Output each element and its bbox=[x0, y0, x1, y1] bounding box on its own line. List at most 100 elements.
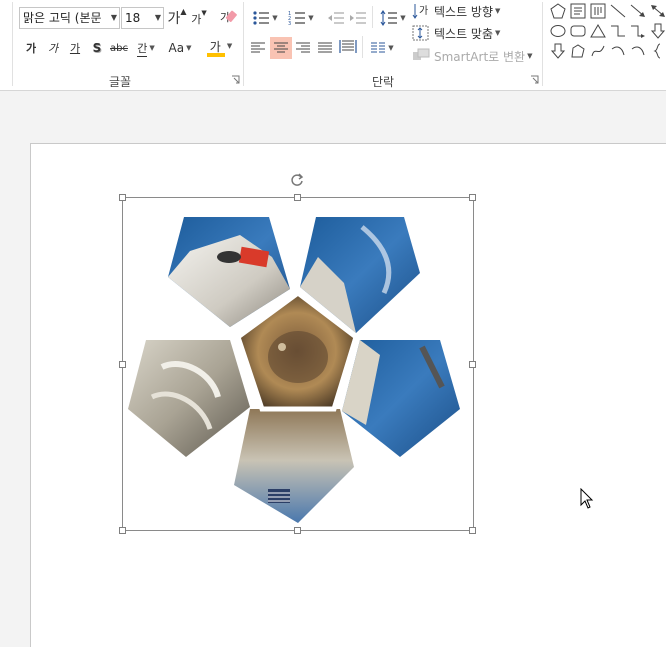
bullets-button[interactable]: ▼ bbox=[248, 7, 282, 29]
align-left-icon bbox=[251, 42, 265, 53]
align-center-icon bbox=[274, 42, 288, 53]
resize-handle-left[interactable] bbox=[119, 361, 126, 368]
chevron-down-icon: ▼ bbox=[110, 13, 117, 22]
justify-button[interactable] bbox=[315, 37, 335, 59]
bullet-list-icon bbox=[253, 11, 270, 25]
font-size-value: 18 bbox=[125, 11, 141, 25]
increase-indent-button[interactable] bbox=[348, 7, 368, 29]
font-color-swatch bbox=[207, 53, 225, 57]
shapes-gallery bbox=[546, 0, 666, 62]
decrease-indent-button[interactable] bbox=[326, 7, 346, 29]
arc-shape-icon[interactable] bbox=[610, 43, 626, 59]
align-text-button[interactable]: 텍스트 맞춤 ▼ bbox=[412, 22, 512, 44]
align-right-icon bbox=[296, 42, 310, 53]
columns-button[interactable]: ▼ bbox=[366, 37, 398, 59]
bold-button[interactable]: 가 bbox=[22, 37, 40, 59]
brace-shape-icon[interactable] bbox=[650, 43, 666, 59]
font-size-combo[interactable]: 18 ▼ bbox=[121, 7, 164, 29]
elbow-arrow-connector-icon[interactable] bbox=[630, 23, 646, 39]
columns-icon bbox=[371, 42, 386, 53]
separator bbox=[372, 6, 373, 28]
curve-shape-icon[interactable] bbox=[630, 43, 646, 59]
resize-handle-bottom-right[interactable] bbox=[469, 527, 476, 534]
triangle-shape-icon[interactable] bbox=[590, 23, 606, 39]
text-shadow-button[interactable]: S bbox=[88, 37, 106, 59]
svg-text:가: 가 bbox=[419, 5, 428, 17]
selection-border bbox=[122, 197, 474, 531]
chevron-down-icon: ▼ bbox=[272, 14, 278, 22]
spacing-label: 간 bbox=[137, 41, 148, 57]
character-spacing-button[interactable]: 간 ▼ bbox=[132, 37, 160, 59]
vertical-text-box-icon[interactable] bbox=[590, 3, 606, 19]
elbow-connector-icon[interactable] bbox=[610, 23, 626, 39]
line-spacing-button[interactable]: ▼ bbox=[377, 7, 409, 29]
paragraph-group-label: 단락 bbox=[372, 75, 395, 89]
freeform-shape-icon[interactable] bbox=[570, 43, 586, 59]
scribble-shape-icon[interactable] bbox=[590, 43, 606, 59]
clear-formatting-button[interactable]: 가 bbox=[218, 6, 238, 28]
chevron-down-icon: ▼ bbox=[495, 29, 501, 37]
font-color-label: 가 bbox=[209, 39, 221, 54]
up-arrow-icon: ▲ bbox=[180, 6, 187, 16]
svg-text:3: 3 bbox=[288, 21, 291, 26]
chevron-down-icon: ▼ bbox=[388, 44, 394, 52]
double-arrow-line-icon[interactable] bbox=[650, 3, 666, 19]
resize-handle-bottom-left[interactable] bbox=[119, 527, 126, 534]
text-direction-icon: 가 bbox=[412, 4, 428, 19]
line-shape-icon[interactable] bbox=[610, 3, 626, 19]
numbering-button[interactable]: 1 2 3 ▼ bbox=[284, 7, 318, 29]
resize-handle-top-left[interactable] bbox=[119, 194, 126, 201]
chevron-down-icon: ▼ bbox=[527, 52, 533, 60]
shrink-font-label: 가 bbox=[191, 13, 202, 26]
grow-font-label: 가 bbox=[167, 11, 181, 27]
text-direction-label: 텍스트 방향 bbox=[434, 4, 494, 19]
smartart-icon bbox=[413, 48, 430, 60]
underline-button[interactable]: 가 bbox=[66, 37, 84, 59]
numbered-list-icon: 1 2 3 bbox=[288, 11, 306, 26]
font-name-value: 맑은 고딕 (본문 bbox=[23, 11, 102, 25]
chevron-down-icon: ▼ bbox=[154, 13, 161, 22]
distributed-button[interactable] bbox=[337, 36, 359, 58]
rotate-handle-icon[interactable] bbox=[289, 172, 305, 188]
decrease-indent-icon bbox=[328, 12, 344, 24]
align-text-label: 텍스트 맞춤 bbox=[434, 26, 494, 41]
rounded-rectangle-icon[interactable] bbox=[570, 23, 586, 39]
change-case-button[interactable]: Aa ▼ bbox=[164, 37, 196, 59]
pentagon-shape-icon[interactable] bbox=[550, 3, 566, 19]
case-label: Aa bbox=[168, 41, 185, 55]
align-center-button[interactable] bbox=[270, 37, 292, 59]
strikethrough-button[interactable]: abc bbox=[108, 37, 130, 59]
convert-smartart-button[interactable]: SmartArt로 변환 ▼ bbox=[412, 45, 540, 67]
resize-handle-bottom[interactable] bbox=[294, 527, 301, 534]
resize-handle-top[interactable] bbox=[294, 194, 301, 201]
justify-icon bbox=[318, 42, 332, 53]
group-separator bbox=[243, 2, 244, 86]
resize-handle-top-right[interactable] bbox=[469, 194, 476, 201]
grow-font-button[interactable]: 가 ▲ bbox=[167, 6, 187, 29]
down-arrow-shape-icon[interactable] bbox=[650, 23, 666, 39]
arrow-line-shape-icon[interactable] bbox=[630, 3, 646, 19]
group-separator bbox=[12, 2, 13, 86]
oval-shape-icon[interactable] bbox=[550, 23, 566, 39]
text-direction-button[interactable]: 가 텍스트 방향 ▼ bbox=[412, 0, 512, 22]
chevron-down-icon: ▼ bbox=[186, 44, 192, 52]
mouse-pointer-icon bbox=[580, 488, 594, 509]
align-right-button[interactable] bbox=[293, 37, 313, 59]
shrink-font-button[interactable]: 가 ▼ bbox=[190, 8, 208, 30]
italic-button[interactable]: 가 bbox=[44, 37, 62, 59]
separator bbox=[362, 36, 363, 58]
text-box-shape-icon[interactable] bbox=[570, 3, 586, 19]
ribbon: 맑은 고딕 (본문 ▼ 18 ▼ 가 ▲ 가 ▼ 가 가 가 가 S abc 간 ▼ … bbox=[0, 0, 666, 91]
dialog-launcher-icon[interactable] bbox=[231, 75, 240, 84]
align-left-button[interactable] bbox=[248, 37, 268, 59]
convert-smartart-label: SmartArt로 변환 bbox=[434, 49, 526, 64]
resize-handle-right[interactable] bbox=[469, 361, 476, 368]
group-separator bbox=[542, 2, 543, 86]
line-spacing-icon bbox=[380, 10, 398, 26]
chevron-down-icon: ▼ bbox=[308, 14, 314, 22]
down-block-arrow-icon[interactable] bbox=[550, 43, 566, 59]
dialog-launcher-icon[interactable] bbox=[530, 75, 539, 84]
font-name-combo[interactable]: 맑은 고딕 (본문 ▼ bbox=[19, 7, 120, 29]
chevron-down-icon: ▼ bbox=[226, 42, 233, 50]
chevron-down-icon: ▼ bbox=[149, 44, 155, 52]
